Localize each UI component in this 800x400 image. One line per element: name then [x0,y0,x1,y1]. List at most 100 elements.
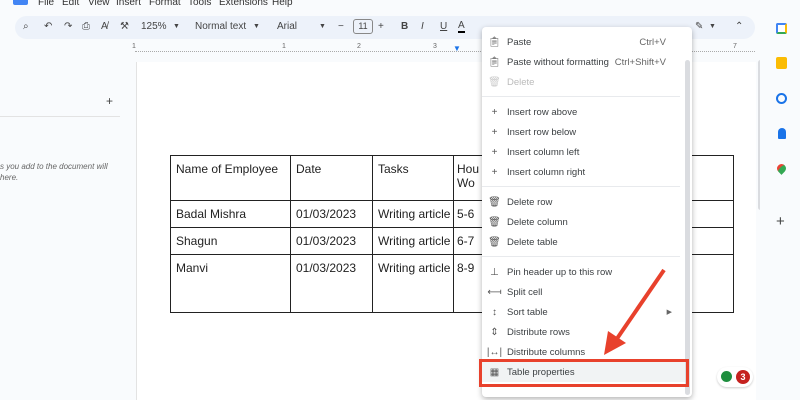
plus-icon: + [491,106,498,118]
split-cell-icon: ⟻ [487,286,502,298]
font-size-input[interactable]: 11 [353,19,373,34]
add-tab-button[interactable]: + [106,94,113,108]
maps-icon[interactable] [775,162,788,175]
menu-format[interactable]: Format [149,0,181,8]
chevron-down-icon[interactable]: ▼ [319,23,326,30]
chevron-down-icon[interactable]: ▼ [253,23,260,30]
docs-logo[interactable] [13,0,28,5]
tasks-icon[interactable] [776,93,787,104]
table-cell[interactable]: Date [290,155,373,201]
menu-extensions[interactable]: Extensions [219,0,268,8]
arrow-head [604,331,626,355]
increase-font-size-button[interactable]: + [378,21,384,32]
menu-item-insert-row-above[interactable]: + Insert row above [482,102,680,122]
decrease-font-size-button[interactable]: − [338,21,344,32]
menu-item-label: Distribute rows [507,326,570,338]
menu-separator [482,96,680,97]
font-select[interactable]: Arial [277,21,297,32]
redo-icon[interactable]: ↷ [64,21,72,32]
menu-help[interactable]: Help [272,0,293,8]
undo-icon[interactable]: ↶ [44,21,52,32]
shortcut-label: Ctrl+V [639,36,666,48]
menu-item-delete-column[interactable]: 🗑︎ Delete column [482,212,680,232]
trash-icon: 🗑︎ [488,196,501,208]
menu-item-label: Delete table [507,236,558,248]
menu-item-label: Delete row [507,196,553,208]
menu-item-insert-row-below[interactable]: + Insert row below [482,122,680,142]
table-cell[interactable]: Writing article [372,227,454,255]
menu-edit[interactable]: Edit [62,0,79,8]
menu-item-delete: 🗑︎ Delete [482,72,680,92]
menu-separator [482,256,680,257]
indent-marker-icon[interactable]: ▼ [453,44,461,53]
menu-item-label: Paste [507,36,532,48]
clipboard-icon: 📋︎ [488,36,501,48]
menu-item-delete-row[interactable]: 🗑︎ Delete row [482,192,680,212]
table-cell[interactable]: 01/03/2023 [290,227,373,255]
ruler-mark: 1 [132,43,136,50]
search-icon[interactable]: ⌕ [23,21,29,32]
table-cell[interactable]: Badal Mishra [170,200,291,228]
menu-item-label: Distribute columns [507,346,586,358]
collapse-toolbar-icon[interactable]: ⌃ [735,21,743,32]
underline-button[interactable]: U [440,21,447,32]
menu-item-label: Sort table [507,306,548,318]
menu-file[interactable]: File [38,0,54,8]
divider [0,116,120,117]
trash-icon: 🗑︎ [488,236,501,248]
menu-item-label: Delete column [507,216,568,228]
table-cell[interactable]: Writing article [372,254,454,313]
table-cell[interactable]: 01/03/2023 [290,200,373,228]
notification-count: 3 [736,370,750,384]
distribute-rows-icon: ⇕ [490,326,499,338]
zoom-select[interactable]: 125% [141,21,167,32]
distribute-columns-icon: |↔| [486,346,503,358]
table-cell[interactable]: Manvi [170,254,291,313]
ruler-mark: 3 [433,43,437,50]
shortcut-label: Ctrl+Shift+V [614,56,666,68]
menu-tools[interactable]: Tools [188,0,211,8]
menu-item-delete-table[interactable]: 🗑︎ Delete table [482,232,680,252]
menu-insert[interactable]: Insert [116,0,141,8]
keep-icon[interactable] [776,57,787,69]
paint-format-icon[interactable]: ⚒ [120,21,129,32]
menu-item-insert-column-left[interactable]: + Insert column left [482,142,680,162]
style-select[interactable]: Normal text [195,21,246,32]
sort-icon: ↕ [492,306,497,318]
menu-item-paste-without-formatting[interactable]: 📋︎ Paste without formatting Ctrl+Shift+V [482,52,680,72]
contacts-icon[interactable] [778,128,786,139]
italic-button[interactable]: I [421,21,424,32]
assistant-badge[interactable]: 3 [717,367,753,387]
chevron-down-icon[interactable]: ▼ [709,23,716,30]
menu-item-paste[interactable]: 📋︎ Paste Ctrl+V [482,32,680,52]
menu-item-insert-column-right[interactable]: + Insert column right [482,162,680,182]
table-cell[interactable]: Writing article [372,200,454,228]
bold-button[interactable]: B [401,21,408,32]
chevron-down-icon[interactable]: ▼ [173,23,180,30]
table-cell[interactable]: 01/03/2023 [290,254,373,313]
ruler-mark: 2 [357,43,361,50]
menu-item-label: Delete [507,76,535,88]
outline-panel: + s you add to the document will here. [0,62,135,400]
highlight-box [479,359,689,387]
text-color-button[interactable]: A [458,21,465,33]
menu-view[interactable]: View [88,0,110,8]
print-icon[interactable]: ⎙ [82,21,90,32]
menu-item-label: Insert column left [507,146,580,158]
clipboard-plain-icon: 📋︎ [488,56,501,68]
arrow-shaft [612,268,666,345]
menu-item-label: Insert row above [507,106,578,118]
menu-scrollbar[interactable] [685,60,690,395]
menu-item-label: Insert row below [507,126,577,138]
table-cell[interactable]: Name of Employee [170,155,291,201]
outline-hint: s you add to the document will [0,162,108,171]
trash-icon: 🗑︎ [488,76,501,88]
edit-mode-pencil-icon[interactable]: ✎ [695,21,703,32]
calendar-icon[interactable] [776,23,787,34]
get-addons-icon[interactable]: + [776,213,785,230]
table-cell[interactable]: Shagun [170,227,291,255]
table-cell[interactable]: Tasks [372,155,454,201]
plus-icon: + [491,146,498,158]
spellcheck-icon[interactable]: A̸ [101,21,108,32]
hours-worked-header: Hou Wo [457,162,480,190]
